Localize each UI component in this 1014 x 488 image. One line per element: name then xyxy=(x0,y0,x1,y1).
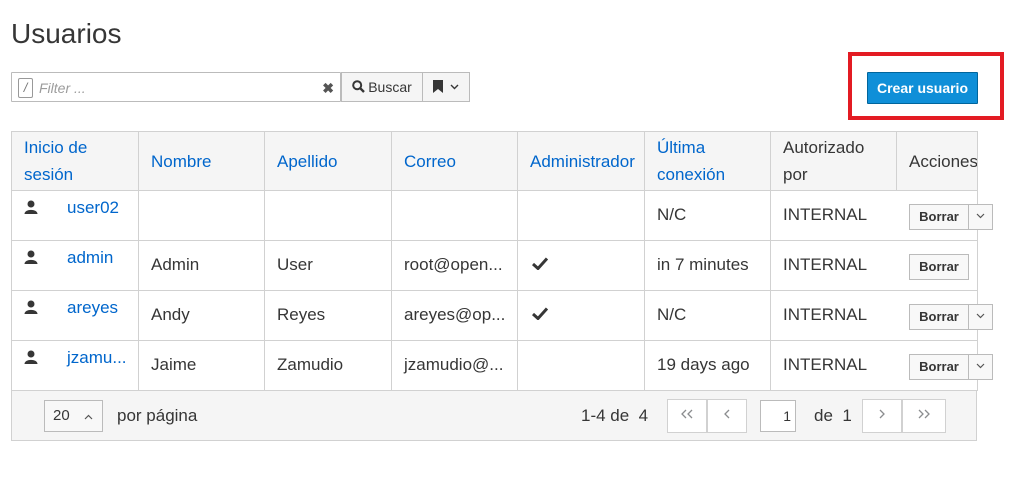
last-login: N/C xyxy=(657,205,687,224)
first-page-button[interactable] xyxy=(667,399,707,433)
actions-dropdown-button[interactable] xyxy=(969,304,993,330)
last-page-button[interactable] xyxy=(902,399,946,433)
first-name: Admin xyxy=(151,255,200,274)
chevron-left-icon xyxy=(724,409,730,419)
actions-dropdown-button[interactable] xyxy=(969,354,993,380)
range-label: 1-4 de 4 xyxy=(581,406,649,425)
actions-dropdown-button[interactable] xyxy=(969,204,993,230)
per-page-select[interactable]: 20 xyxy=(44,400,103,432)
saved-filters-button[interactable] xyxy=(423,72,470,102)
next-page-button[interactable] xyxy=(862,399,902,433)
last-login: 19 days ago xyxy=(657,355,750,374)
column-header-email[interactable]: Correo xyxy=(391,131,517,191)
authorized-by: INTERNAL xyxy=(783,305,868,324)
login-link[interactable]: admin xyxy=(67,248,113,268)
last-name: User xyxy=(277,255,313,274)
chevron-up-icon xyxy=(84,414,93,420)
search-button-label: Buscar xyxy=(368,79,412,95)
chevron-down-icon xyxy=(976,313,985,319)
delete-button[interactable]: Borrar xyxy=(909,304,969,330)
table-row: admin Admin User root@open... in 7 minut… xyxy=(11,241,977,291)
user-icon xyxy=(24,250,38,264)
email: root@open... xyxy=(404,255,503,274)
last-name: Reyes xyxy=(277,305,326,324)
authorized-by: INTERNAL xyxy=(783,205,868,224)
per-page-label: por página xyxy=(117,406,198,425)
double-chevron-left-icon xyxy=(681,409,693,419)
filter-field[interactable]: / ✖ xyxy=(11,72,341,102)
user-icon xyxy=(24,350,38,364)
column-header-login[interactable]: Inicio de sesión xyxy=(11,131,138,191)
chevron-down-icon xyxy=(976,213,985,219)
authorized-by: INTERNAL xyxy=(783,355,868,374)
last-login: N/C xyxy=(657,305,687,324)
filter-input[interactable] xyxy=(37,77,311,99)
column-header-first-name[interactable]: Nombre xyxy=(138,131,264,191)
delete-button[interactable]: Borrar xyxy=(909,204,969,230)
delete-button[interactable]: Borrar xyxy=(909,354,969,380)
chevron-down-icon xyxy=(450,84,459,90)
login-link[interactable]: user02 xyxy=(67,198,119,218)
bookmark-icon xyxy=(432,80,443,93)
search-button[interactable]: Buscar xyxy=(341,72,423,102)
page-number-input[interactable]: 1 xyxy=(760,400,796,432)
email: jzamudio@... xyxy=(404,355,504,374)
check-icon xyxy=(532,257,548,270)
first-name: Andy xyxy=(151,305,190,324)
column-header-authorized-by: Autorizado por xyxy=(783,138,865,184)
chevron-down-icon xyxy=(976,363,985,369)
of-pages-label: de 1 xyxy=(814,406,852,425)
authorized-by: INTERNAL xyxy=(783,255,868,274)
chevron-right-icon xyxy=(879,409,885,419)
per-page-value: 20 xyxy=(53,407,70,424)
column-header-last-login[interactable]: Última conexión xyxy=(644,131,770,191)
column-header-last-name[interactable]: Apellido xyxy=(264,131,391,191)
email: areyes@op... xyxy=(404,305,506,324)
search-icon xyxy=(352,80,366,93)
column-header-admin[interactable]: Administrador xyxy=(517,131,644,191)
table-row: jzamu... Jaime Zamudio jzamudio@... 19 d… xyxy=(11,341,993,391)
create-user-button[interactable]: Crear usuario xyxy=(867,72,978,104)
slash-shortcut-icon: / xyxy=(18,78,33,98)
table-row: areyes Andy Reyes areyes@op... N/C INTER… xyxy=(11,291,993,341)
page-title: Usuarios xyxy=(11,18,122,49)
table-row: user02 N/C INTERNAL Borrar xyxy=(11,191,993,241)
first-name: Jaime xyxy=(151,355,197,374)
table-border-right xyxy=(977,131,978,391)
column-divider xyxy=(896,131,897,191)
user-icon xyxy=(24,200,38,214)
user-icon xyxy=(24,300,38,314)
last-login: in 7 minutes xyxy=(657,255,749,274)
login-link[interactable]: jzamu... xyxy=(67,348,127,368)
last-name: Zamudio xyxy=(277,355,344,374)
login-link[interactable]: areyes xyxy=(67,298,118,318)
clear-icon[interactable]: ✖ xyxy=(322,80,334,97)
check-icon xyxy=(532,307,548,320)
double-chevron-right-icon xyxy=(918,409,930,419)
previous-page-button[interactable] xyxy=(707,399,747,433)
delete-button[interactable]: Borrar xyxy=(909,254,969,280)
